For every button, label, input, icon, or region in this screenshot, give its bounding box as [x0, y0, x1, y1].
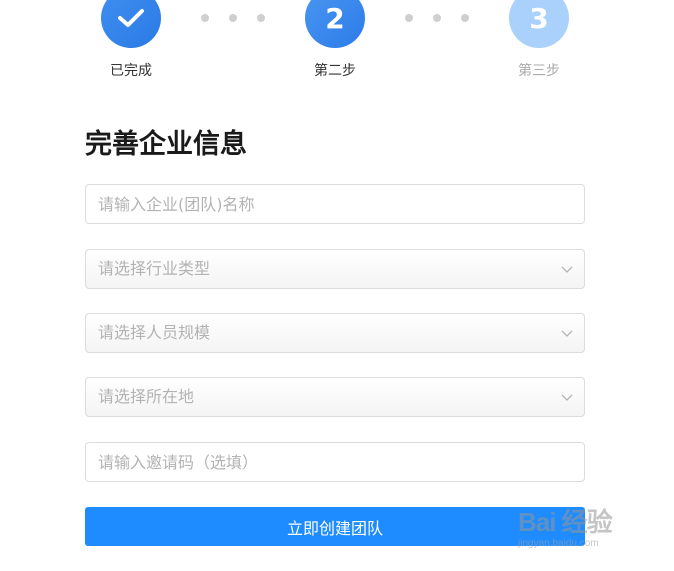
create-team-button[interactable]: 立即创建团队	[85, 507, 585, 546]
step-2-label: 第二步	[314, 63, 356, 79]
location-select[interactable]: 请选择所在地	[85, 377, 585, 417]
step-3-number: 3	[529, 1, 549, 35]
step-2-circle: 2	[305, 0, 365, 48]
chevron-down-icon	[561, 266, 573, 273]
step-1-circle	[101, 0, 161, 48]
step-3-circle: 3	[509, 0, 569, 48]
step-dot	[405, 14, 413, 22]
step-dot	[433, 14, 441, 22]
company-size-select[interactable]: 请选择人员规模	[85, 313, 585, 353]
step-dot	[201, 14, 209, 22]
step-2-number: 2	[325, 1, 345, 35]
invite-code-field	[85, 442, 585, 482]
invite-code-input[interactable]	[86, 443, 584, 481]
form-title: 完善企业信息	[85, 129, 247, 160]
location-placeholder: 请选择所在地	[98, 387, 195, 406]
step-dot	[229, 14, 237, 22]
step-dot	[461, 14, 469, 22]
chevron-down-icon	[561, 330, 573, 337]
step-3-label: 第三步	[518, 63, 560, 79]
company-name-field	[85, 184, 585, 224]
step-dot	[257, 14, 265, 22]
checkmark-icon	[118, 9, 144, 27]
step-1-label: 已完成	[110, 63, 152, 79]
chevron-down-icon	[561, 394, 573, 401]
industry-placeholder: 请选择行业类型	[98, 259, 211, 278]
industry-select[interactable]: 请选择行业类型	[85, 249, 585, 289]
company-size-placeholder: 请选择人员规模	[98, 323, 211, 342]
company-name-input[interactable]	[86, 185, 584, 223]
